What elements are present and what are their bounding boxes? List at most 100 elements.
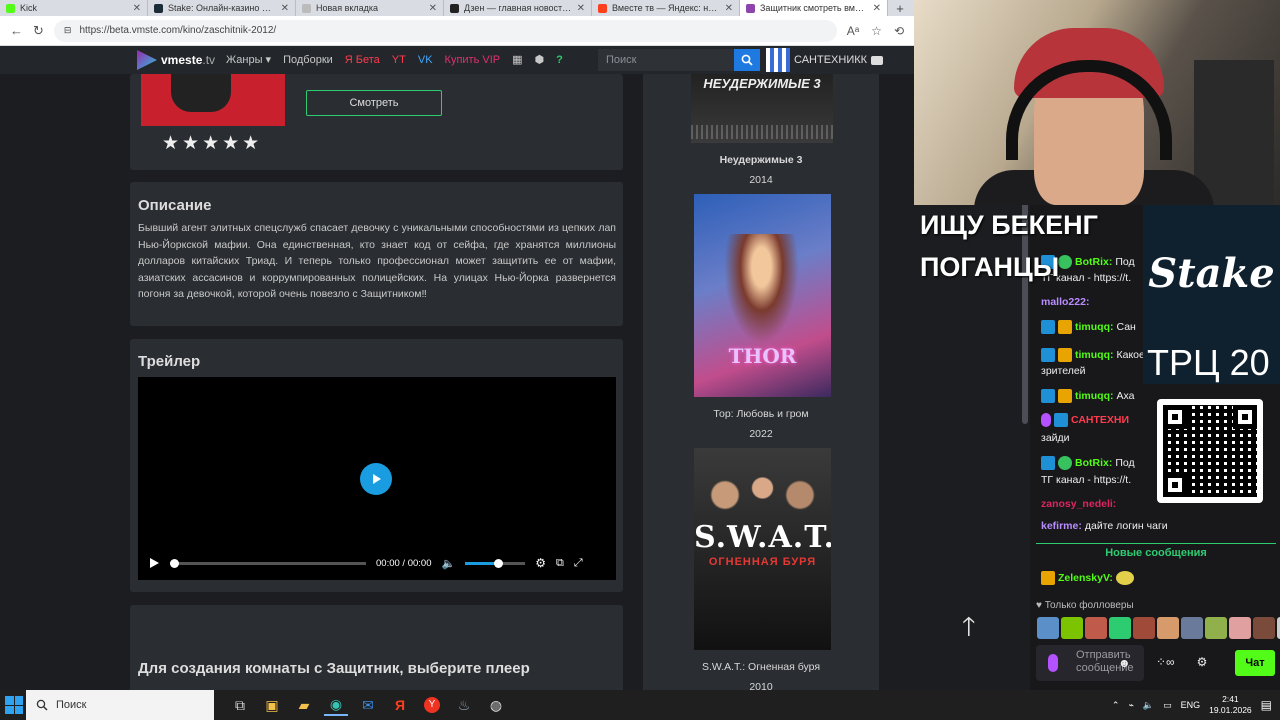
- windows-start-icon[interactable]: [5, 696, 23, 714]
- points-icon[interactable]: ⁘∞: [1156, 655, 1175, 669]
- store-icon[interactable]: ▣: [260, 694, 284, 716]
- microphone-icon[interactable]: [1048, 654, 1058, 672]
- related-poster-2[interactable]: S.W.A.T. ОГНЕННАЯ БУРЯ: [694, 448, 831, 650]
- green-badge-icon: [1058, 456, 1072, 470]
- browser-tab[interactable]: Kick ✕: [0, 0, 148, 16]
- tab-close-icon[interactable]: ✕: [873, 3, 881, 14]
- emote-icon[interactable]: [1229, 617, 1251, 639]
- related-title-0[interactable]: Неудержимые 3: [643, 154, 879, 166]
- tray-expand-chevron-icon[interactable]: ⌃: [1112, 700, 1120, 711]
- tab-close-icon[interactable]: ✕: [577, 3, 585, 14]
- volume-slider[interactable]: [465, 558, 526, 568]
- emote-icon[interactable]: [1157, 617, 1179, 639]
- chat-username[interactable]: zanosy_nedeli:: [1041, 498, 1116, 510]
- menu-buy-vip[interactable]: Купить VIP: [445, 54, 501, 66]
- chat-username[interactable]: САНТЕХНИ: [1071, 414, 1129, 426]
- chat-username[interactable]: kefirme:: [1041, 520, 1082, 532]
- clock[interactable]: 2:41 19.01.2026: [1209, 694, 1252, 716]
- chat-username[interactable]: timuqq:: [1075, 321, 1114, 333]
- edge-browser-icon[interactable]: ◉: [324, 694, 348, 716]
- blue-badge-icon: [1041, 456, 1055, 470]
- tab-favicon-icon: [746, 3, 755, 13]
- mail-icon[interactable]: [871, 55, 884, 65]
- yandex-app-icon[interactable]: Y: [420, 694, 444, 716]
- site-search-input[interactable]: Поиск: [598, 49, 734, 71]
- progress-bar[interactable]: [170, 558, 366, 568]
- browser-tab[interactable]: Защитник смотреть вместе онлайн ✕: [740, 0, 888, 16]
- grid-icon[interactable]: ▦: [512, 53, 522, 66]
- sound-icon[interactable]: 🔈: [1143, 700, 1154, 711]
- related-poster-1[interactable]: THOR: [694, 194, 831, 397]
- watch-button[interactable]: Смотреть: [306, 90, 442, 116]
- tab-close-icon[interactable]: ✕: [429, 3, 437, 14]
- site-logo[interactable]: vmeste.tv: [137, 50, 215, 70]
- user-menu[interactable]: САНТЕХНИКК: [766, 48, 884, 72]
- emote-icon[interactable]: [1253, 617, 1275, 639]
- related-title-1[interactable]: Тор: Любовь и гром: [643, 408, 879, 420]
- chat-text: ТГ канал - https://t.: [1041, 474, 1132, 486]
- scroll-to-top-arrow-icon[interactable]: 🡑: [962, 608, 976, 652]
- emote-icon[interactable]: [1085, 617, 1107, 639]
- task-view-icon[interactable]: ⧉: [228, 694, 252, 716]
- browser-tab[interactable]: Вместе тв — Яндекс: нашёл ✕: [592, 0, 740, 16]
- favorite-star-icon[interactable]: ☆: [871, 24, 882, 38]
- language-indicator[interactable]: ENG: [1181, 700, 1201, 710]
- menu-help[interactable]: ?: [556, 54, 563, 66]
- mail-app-icon[interactable]: ✉: [356, 694, 380, 716]
- emote-icon[interactable]: [1133, 617, 1155, 639]
- tab-close-icon[interactable]: ✕: [281, 3, 289, 14]
- new-tab-button[interactable]: +: [888, 1, 912, 16]
- chat-username[interactable]: timuqq:: [1075, 349, 1114, 361]
- emote-icon[interactable]: [1109, 617, 1131, 639]
- read-aloud-icon[interactable]: Aᵃ: [847, 24, 859, 38]
- steam-icon[interactable]: ♨: [452, 694, 476, 716]
- menu-beta[interactable]: Я Бета: [345, 54, 380, 66]
- menu-genres[interactable]: Жанры ▾: [226, 53, 271, 66]
- chat-username[interactable]: mallo222:: [1041, 296, 1089, 308]
- explorer-folder-icon[interactable]: ▰: [292, 694, 316, 716]
- search-button[interactable]: [734, 49, 760, 71]
- emote-icon[interactable]: [1205, 617, 1227, 639]
- related-title-2[interactable]: S.W.A.T.: Огненная буря: [643, 661, 879, 673]
- chat-username[interactable]: BotRix:: [1075, 256, 1112, 268]
- related-poster-0[interactable]: НЕУДЕРЖИМЫЕ 3: [691, 74, 833, 143]
- tab-close-icon[interactable]: ✕: [725, 3, 733, 14]
- emoji-icon[interactable]: ☻: [1118, 656, 1131, 670]
- chat-username[interactable]: timuqq:: [1075, 390, 1114, 402]
- yandex-browser-icon[interactable]: Я: [388, 694, 412, 716]
- blue-badge-icon: [1041, 389, 1055, 403]
- menu-youtube[interactable]: YT: [392, 54, 406, 66]
- big-play-button[interactable]: [360, 463, 392, 495]
- menu-vk[interactable]: VK: [418, 54, 433, 66]
- rating-stars[interactable]: ★★★★★: [162, 132, 262, 155]
- battery-icon[interactable]: ▭: [1163, 700, 1172, 711]
- settings-gear-icon[interactable]: ⚙: [535, 556, 546, 570]
- back-icon[interactable]: ←: [10, 23, 23, 38]
- browser-tab[interactable]: Новая вкладка ✕: [296, 0, 444, 16]
- network-icon[interactable]: ⌁: [1128, 700, 1133, 711]
- pip-icon[interactable]: ⧉: [556, 557, 564, 570]
- video-player[interactable]: 00:00 / 00:00 🔈 ⚙ ⧉ ⤢: [138, 377, 616, 580]
- browser-tab[interactable]: Stake: Онлайн-казино и ставки ✕: [148, 0, 296, 16]
- browser-tab[interactable]: Дзен — главная новостная лента ✕: [444, 0, 592, 16]
- emote-icon[interactable]: [1061, 617, 1083, 639]
- emote-icon[interactable]: [1037, 617, 1059, 639]
- chat-send-button[interactable]: Чат: [1235, 650, 1275, 676]
- menu-collections[interactable]: Подборки: [283, 54, 333, 66]
- new-messages-divider[interactable]: Новые сообщения: [1036, 543, 1276, 561]
- taskbar-search[interactable]: Поиск: [26, 690, 214, 720]
- tab-close-icon[interactable]: ✕: [133, 3, 141, 14]
- volume-icon[interactable]: 🔈: [441, 557, 455, 570]
- fullscreen-icon[interactable]: ⤢: [574, 557, 583, 570]
- address-bar[interactable]: ⊟ https://beta.vmste.com/kino/zaschitnik…: [53, 19, 837, 42]
- emote-icon[interactable]: [1181, 617, 1203, 639]
- chat-settings-gear-icon[interactable]: ⚙: [1197, 655, 1208, 669]
- box-icon[interactable]: ⬢: [535, 53, 545, 66]
- notifications-icon[interactable]: ▤: [1261, 698, 1272, 712]
- reload-icon[interactable]: ↻: [33, 23, 44, 39]
- site-info-icon[interactable]: ⊟: [64, 25, 72, 36]
- obs-icon[interactable]: ◍: [484, 694, 508, 716]
- chat-username[interactable]: BotRix:: [1075, 457, 1112, 469]
- play-icon[interactable]: [148, 557, 160, 569]
- extensions-icon[interactable]: ⟲: [894, 24, 904, 38]
